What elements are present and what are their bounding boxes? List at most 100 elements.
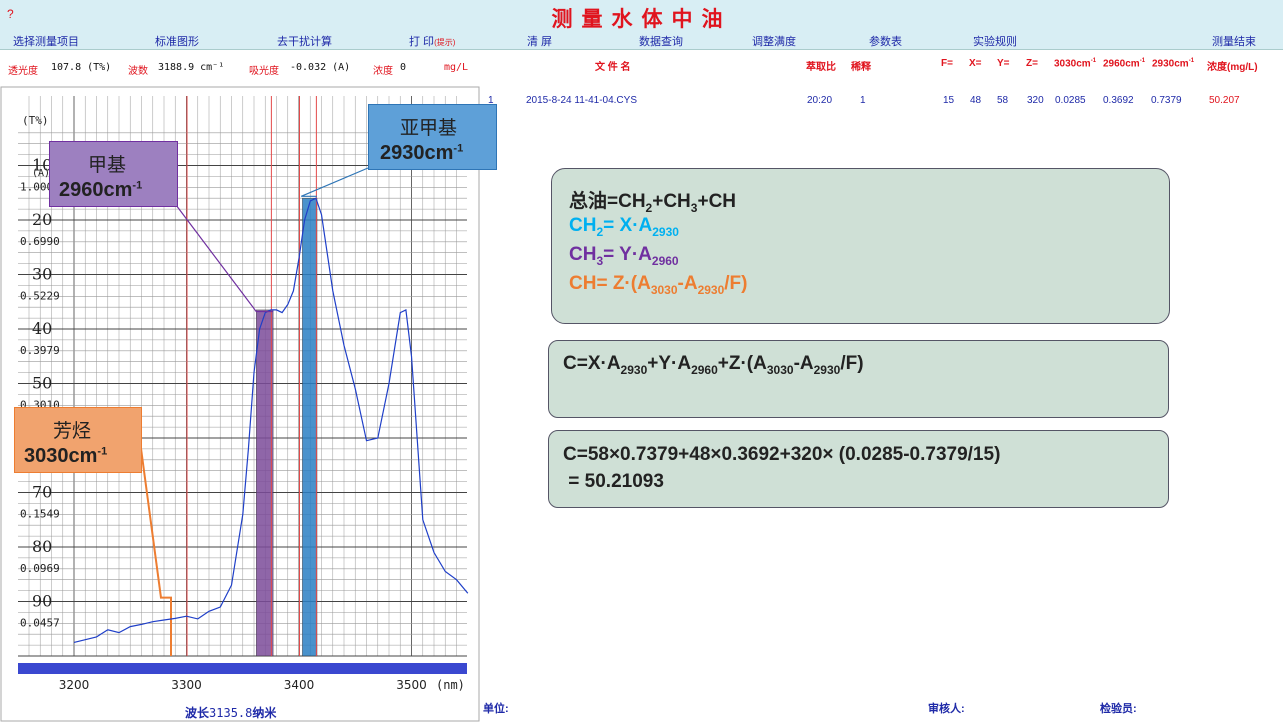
footer-wave-unit: 纳米 — [252, 706, 277, 720]
formula-ch-line: CH= Z·(A3030-A2930/F) — [569, 273, 748, 297]
transmittance-label: 透光度 — [8, 66, 38, 77]
y-tick-a: 0.6990 — [20, 235, 60, 248]
row-2930: 0.7379 — [1151, 95, 1182, 106]
concentration-unit: mg/L — [444, 62, 469, 73]
f2-b: +Y·A — [647, 353, 692, 374]
col-2930-sup: -1 — [1188, 58, 1195, 64]
menu-data-query[interactable]: 数据查询 — [639, 33, 683, 49]
callout-methyl: 甲基 2960cm-1 — [49, 141, 178, 207]
x-tick-label: 3200 — [59, 678, 90, 692]
absorbance-label: 吸光度 — [249, 66, 279, 77]
callout-aromatic-sup: -1 — [97, 445, 108, 458]
y-tick-t: 70 — [32, 483, 52, 502]
wavenumber-value: 3188.9 cm⁻¹ — [158, 62, 225, 73]
f1-l2-a: CH — [569, 215, 597, 236]
row-f: 15 — [943, 95, 955, 106]
wavenumber-label: 波数 — [128, 66, 148, 77]
f2-a: C=X·A — [563, 353, 621, 374]
callout-methylene-wave: 2930cm-1 — [380, 142, 463, 165]
f1-l3-b: = Y·A — [603, 244, 652, 265]
formula-general-line: C=X·A2930+Y·A2960+Z·(A3030-A2930/F) — [563, 353, 864, 377]
y-tick-a: 0.0969 — [20, 562, 60, 575]
col-ratio: 萃取比 — [806, 62, 836, 73]
x-label: (nm) — [436, 678, 465, 692]
y-tick-t: 50 — [32, 374, 52, 393]
y-label-a: (A) — [32, 168, 50, 179]
col-2960-text: 2960cm — [1103, 58, 1140, 70]
menu-select-item[interactable]: 选择测量项目 — [13, 33, 79, 49]
menu-end[interactable]: 测量结束 — [1212, 33, 1256, 49]
col-2930: 2930cm-1 — [1152, 58, 1194, 69]
menu-params[interactable]: 参数表 — [869, 33, 902, 49]
menu-rules[interactable]: 实验规则 — [973, 33, 1017, 49]
formula-box-total-oil: 总油=CH2+CH3+CH CH2= X·A2930 CH3= Y·A2960 … — [551, 168, 1170, 324]
transmittance-value: 107.8 (T%) — [51, 62, 112, 73]
x-tick-label: 3300 — [171, 678, 202, 692]
callout-methylene: 亚甲基 2930cm-1 — [368, 104, 497, 170]
x-tick-label: 3500 — [396, 678, 427, 692]
footer-wave-label: 波长 — [185, 706, 210, 720]
footer-wavelength: 波长3135.8纳米 — [185, 704, 276, 721]
y-tick-t: 20 — [32, 210, 52, 229]
callout-aromatic: 芳烃 3030cm-1 — [14, 407, 142, 473]
footer-inspector: 检验员: — [1100, 703, 1137, 715]
y-label-t: (T%) — [22, 114, 49, 127]
menu-print-label: 打 印 — [409, 36, 435, 48]
formula-ch2-line: CH2= X·A2930 — [569, 215, 679, 239]
formula-result-line2: = 50.21093 — [563, 471, 664, 492]
concentration-label: 浓度 — [373, 66, 393, 77]
f1-l1-c: +CH — [697, 191, 737, 212]
formula-total-line: 总油=CH2+CH3+CH — [569, 186, 736, 215]
col-3030: 3030cm-1 — [1054, 58, 1096, 69]
f1-l2-s2: 2930 — [652, 224, 679, 239]
f1-l4-s1: 3030 — [650, 282, 678, 297]
f2-s2: 2960 — [691, 362, 718, 377]
peak-band — [302, 197, 318, 657]
callout-methylene-sup: -1 — [453, 142, 464, 155]
formula-ch3-line: CH3= Y·A2960 — [569, 244, 679, 268]
x-tick-label: 3400 — [284, 678, 315, 692]
row-y: 58 — [997, 95, 1009, 106]
callout-methyl-wave-text: 2960cm — [59, 179, 133, 201]
row-ratio: 20:20 — [807, 95, 833, 106]
col-conc: 浓度(mg/L) — [1207, 62, 1258, 73]
menu-print[interactable]: 打 印(提示) — [409, 33, 455, 49]
col-file: 文 件 名 — [595, 62, 631, 73]
col-3030-sup: -1 — [1090, 58, 1097, 64]
footer-unit: 单位: — [483, 703, 509, 715]
footer-reviewer: 审核人: — [928, 703, 965, 715]
row-2960: 0.3692 — [1103, 95, 1134, 106]
y-tick-t: 30 — [32, 265, 52, 284]
absorbance-value: -0.032 (A) — [290, 62, 351, 73]
peak-band — [256, 309, 274, 657]
f2-c: +Z·(A — [717, 353, 767, 374]
menu-adjust-range[interactable]: 调整满度 — [752, 33, 796, 49]
f2-d: -A — [793, 353, 814, 374]
y-tick-a: 0.3979 — [20, 344, 60, 357]
f2-s3: 3030 — [766, 362, 794, 377]
f1-l4-s2: 2930 — [697, 282, 725, 297]
formula-result-line1: C=58×0.7379+48×0.3692+320× (0.0285-0.737… — [563, 444, 1001, 465]
y-tick-a: 0.5229 — [20, 290, 60, 303]
callout-aromatic-wave-text: 3030cm — [24, 445, 98, 467]
f1-l1-a: 总油=CH — [569, 191, 646, 212]
menu-standard-graph[interactable]: 标准图形 — [155, 33, 199, 49]
f1-l1-b: +CH — [652, 191, 691, 212]
y-tick-a: 0.1549 — [20, 508, 60, 521]
callout-aromatic-wave: 3030cm-1 — [24, 445, 107, 468]
menu-clear-screen[interactable]: 清 屏 — [527, 33, 552, 49]
f1-l4-c: /F) — [724, 273, 748, 294]
col-x: X= — [969, 58, 982, 69]
callout-methyl-wave: 2960cm-1 — [59, 179, 142, 202]
col-2960: 2960cm-1 — [1103, 58, 1145, 69]
callout-methylene-name: 亚甲基 — [400, 117, 458, 139]
wavelength-scrollbar[interactable] — [18, 663, 467, 674]
menu-interference-calc[interactable]: 去干扰计算 — [277, 33, 332, 49]
col-y: Y= — [997, 58, 1010, 69]
row-z: 320 — [1027, 95, 1044, 106]
y-tick-t: 40 — [32, 319, 52, 338]
f1-l4-b: -A — [677, 273, 698, 294]
formula-box-general: C=X·A2930+Y·A2960+Z·(A3030-A2930/F) — [548, 340, 1169, 418]
row-file[interactable]: 2015-8-24 11-41-04.CYS — [526, 95, 637, 106]
f1-l2-b: = X·A — [603, 215, 653, 236]
